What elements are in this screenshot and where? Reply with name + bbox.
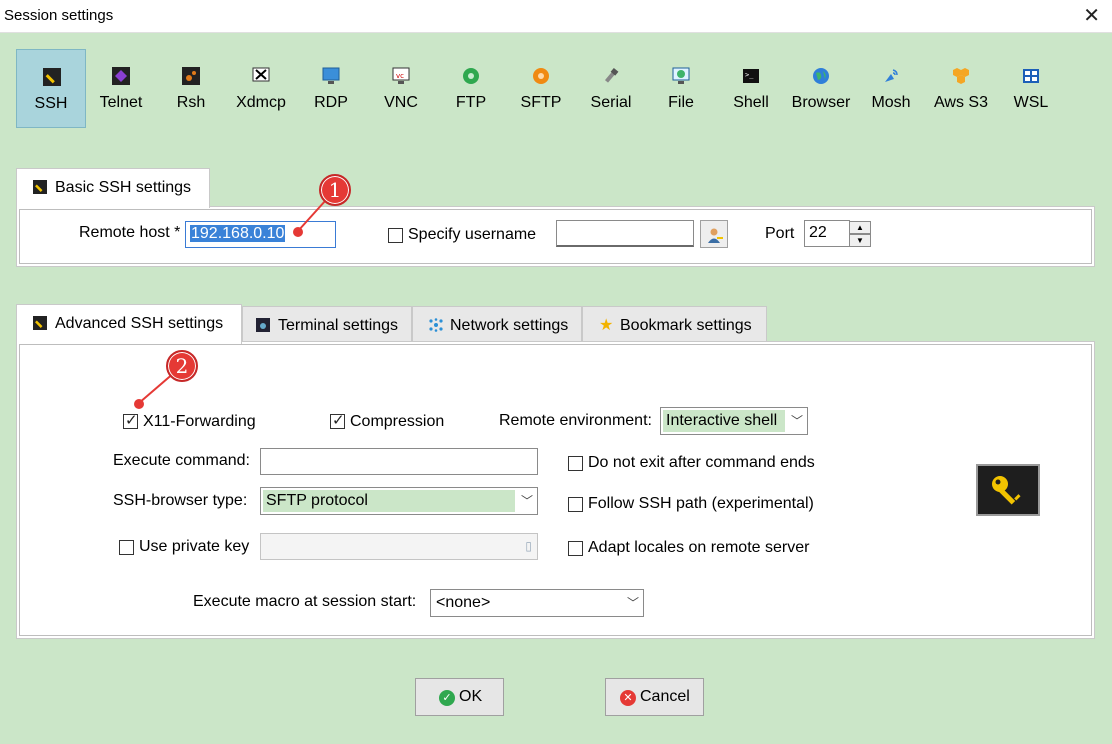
ssh-icon — [33, 180, 47, 194]
remote-environment-value: Interactive shell — [666, 412, 778, 429]
tab-label: Basic SSH settings — [55, 179, 192, 196]
annotation-dot-2 — [134, 399, 144, 409]
annotation-marker-1: 1 — [319, 174, 351, 206]
tab-label: Advanced SSH settings — [55, 315, 224, 332]
ssh-browser-type-value: SFTP protocol — [266, 492, 368, 509]
tab-advanced-ssh-settings[interactable]: Advanced SSH settings — [16, 304, 242, 344]
annotation-marker-2: 2 — [166, 350, 198, 382]
tab-basic-ssh-settings[interactable]: Basic SSH settings — [16, 168, 210, 208]
annotation-dot-1 — [293, 227, 303, 237]
ssh-icon — [33, 316, 47, 330]
